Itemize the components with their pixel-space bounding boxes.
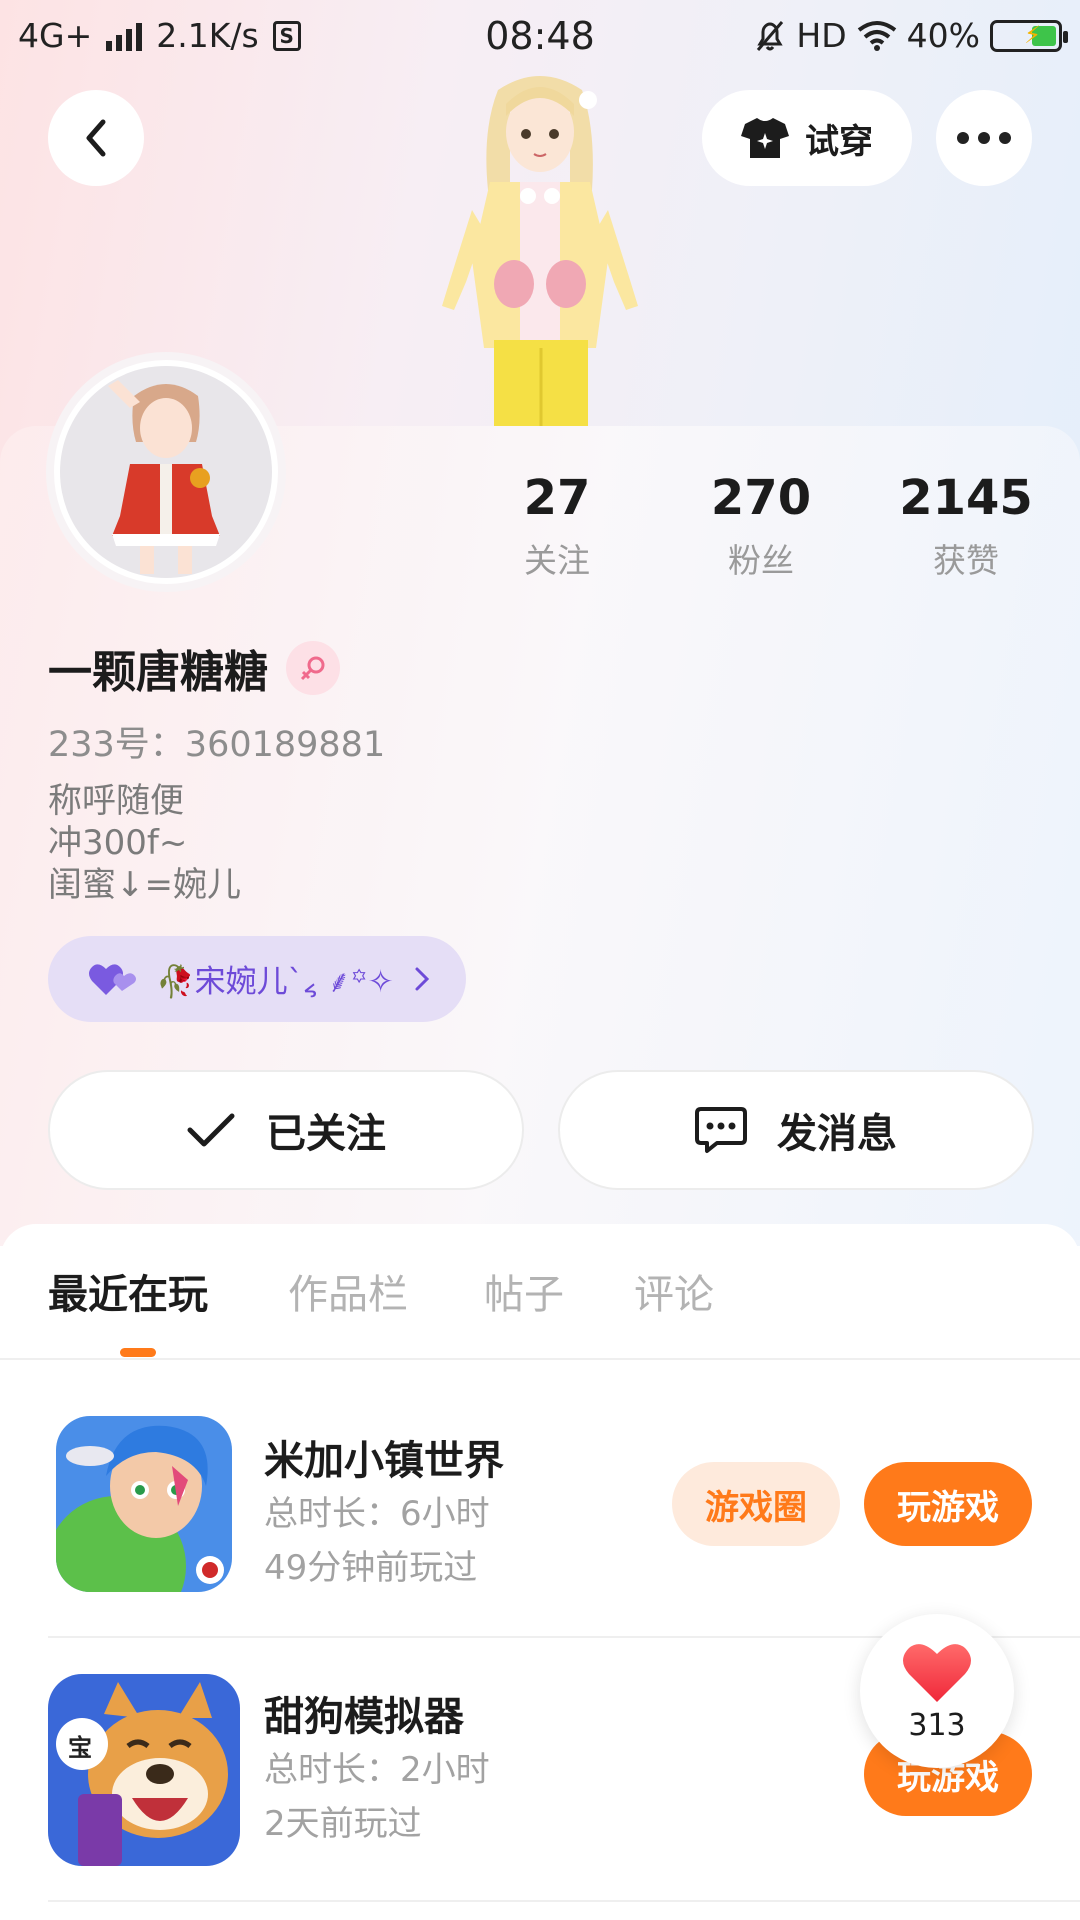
likes-label: 获赞 [933, 541, 999, 580]
heart-icon [903, 1643, 971, 1702]
following-label: 关注 [524, 541, 590, 580]
game-title: 米加小镇世界 [264, 1438, 504, 1484]
send-message-button[interactable]: 发消息 [558, 1070, 1034, 1190]
active-tab-indicator [120, 1348, 156, 1357]
cp-relation-tag[interactable]: 🥀宋婉儿ˋ៹ ⸙꙳✧ [48, 936, 466, 1022]
like-count: 313 [908, 1707, 966, 1743]
game-icon-miga-town [56, 1416, 232, 1592]
followers-label: 粉丝 [728, 541, 794, 580]
tab-recently-played[interactable]: 最近在玩 [48, 1262, 208, 1320]
game-last-played: 49分钟前玩过 [264, 1548, 478, 1588]
wifi-icon [857, 20, 896, 51]
tab-comments[interactable]: 评论 [634, 1262, 714, 1320]
more-button[interactable] [936, 90, 1032, 186]
avatar[interactable] [46, 352, 286, 592]
game-icon-sweet-dog: 宝 [48, 1674, 240, 1866]
followed-button[interactable]: 已关注 [48, 1070, 524, 1190]
try-on-label: 试穿 [805, 121, 873, 162]
bio-line: 闺蜜↓=婉儿 [48, 865, 241, 905]
followers-count: 270 [710, 470, 812, 526]
like-button[interactable]: 313 [860, 1614, 1014, 1768]
bio-line: 冲300f~ [48, 823, 188, 863]
game-duration: 总时长：2小时 [264, 1750, 490, 1790]
following-count: 27 [523, 470, 591, 526]
chevron-left-icon [86, 119, 106, 157]
game-last-played: 2天前玩过 [264, 1804, 422, 1844]
character-figure-image [442, 76, 638, 426]
following-stat[interactable]: 27 关注 [467, 470, 647, 582]
list-item[interactable]: 米加小镇世界 总时长：6小时 49分钟前玩过 游戏圈 玩游戏 [0, 1400, 1080, 1620]
battery-percent: 40% [906, 16, 980, 55]
hd-indicator: HD [796, 16, 847, 55]
mute-bell-icon [757, 20, 784, 51]
double-heart-icon [89, 964, 136, 995]
battery-icon: ⚡ [990, 19, 1068, 52]
likes-count: 2145 [899, 470, 1033, 526]
game-icon-badge: 宝 [68, 1734, 92, 1762]
more-dots-icon [957, 132, 1011, 144]
tab-works[interactable]: 作品栏 [288, 1262, 408, 1320]
try-on-button[interactable]: 试穿 [702, 90, 912, 186]
bio: 称呼随便 冲300f~ 闺蜜↓=婉儿 [48, 780, 241, 906]
cp-partner-name: 🥀宋婉儿ˋ៹ ⸙꙳✧ [156, 964, 394, 1000]
row-divider [48, 1900, 1080, 1902]
game-circle-button[interactable]: 游戏圈 [672, 1462, 840, 1546]
avatar-character-image [108, 380, 220, 574]
game-duration: 总时长：6小时 [264, 1494, 490, 1534]
profile-tabs: 最近在玩 作品栏 帖子 评论 [0, 1262, 1080, 1358]
username: 一颗唐糖糖 [48, 647, 268, 698]
check-icon [187, 1113, 235, 1147]
tab-posts[interactable]: 帖子 [484, 1262, 564, 1320]
chevron-right-icon [415, 967, 429, 991]
game-title: 甜狗模拟器 [264, 1694, 464, 1740]
user-id: 233号：360189881 [48, 725, 386, 765]
tabs-divider [0, 1358, 1080, 1360]
back-button[interactable] [48, 90, 144, 186]
play-game-button[interactable]: 玩游戏 [864, 1462, 1032, 1546]
followed-label: 已关注 [266, 1111, 386, 1157]
followers-stat[interactable]: 270 粉丝 [671, 470, 851, 582]
send-message-label: 发消息 [777, 1111, 897, 1157]
likes-stat[interactable]: 2145 获赞 [876, 470, 1056, 582]
tshirt-icon [741, 118, 789, 158]
bio-line: 称呼随便 [48, 781, 184, 821]
chat-bubble-icon [695, 1107, 747, 1153]
female-gender-icon [286, 641, 340, 695]
status-bar: 4G+ 2.1K/s S 08:48 HD 40% ⚡ [0, 0, 1080, 74]
